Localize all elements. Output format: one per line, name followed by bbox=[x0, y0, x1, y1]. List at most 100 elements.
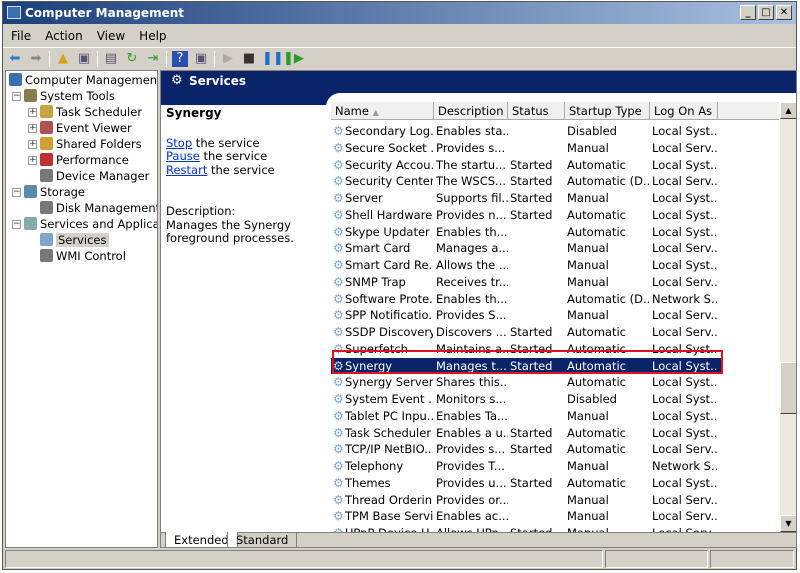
service-row[interactable]: ⚙Thread Orderin...Provides or... Manual Lo… bbox=[331, 492, 721, 509]
tree-item[interactable]: Disk Management bbox=[40, 200, 158, 216]
service-cell: The WSCS... bbox=[436, 174, 507, 189]
tree-item[interactable]: Performance bbox=[40, 152, 129, 168]
service-row[interactable]: ⚙ Security Center The WSCS... Started Automa… bbox=[331, 173, 721, 190]
refresh-icon[interactable]: ↻ bbox=[124, 51, 140, 67]
service-gear-icon: ⚙ bbox=[333, 459, 344, 473]
service-row[interactable]: ⚙ Task Scheduler Enables a u... Started Auto… bbox=[331, 425, 721, 442]
tree-item[interactable]: Services bbox=[40, 232, 109, 248]
column-header-log-on-as[interactable]: Log On As bbox=[650, 102, 718, 120]
service-cell: Allows the ... bbox=[436, 258, 508, 272]
column-header-description[interactable]: Description bbox=[434, 102, 508, 120]
tree-expander[interactable]: − bbox=[12, 188, 21, 197]
pause-service-link[interactable]: Pause bbox=[166, 149, 200, 163]
service-cell: Automatic bbox=[567, 475, 626, 490]
help-icon[interactable]: ? bbox=[172, 50, 188, 67]
service-cell: Started bbox=[510, 207, 553, 222]
scroll-down-button[interactable]: ▼ bbox=[780, 515, 796, 532]
tree-expander[interactable]: + bbox=[28, 140, 37, 149]
tree-item-label: Disk Management bbox=[56, 201, 158, 215]
service-row[interactable]: ⚙ Security Accou... The startu... Started Au… bbox=[331, 157, 721, 174]
service-cell: Monitors s... bbox=[436, 392, 507, 406]
service-row[interactable]: ⚙ SNMP Trap Receives tr... Manual Local Serv… bbox=[331, 274, 721, 291]
forward-icon[interactable]: ➡ bbox=[28, 51, 44, 67]
service-row[interactable]: ⚙ SSDP Discovery Discovers ... Started Autom… bbox=[331, 324, 721, 341]
tree-node-icon bbox=[40, 105, 53, 118]
tree-item[interactable]: Event Viewer bbox=[40, 120, 132, 136]
description-text: Manages the Synergy foreground processes… bbox=[166, 217, 294, 245]
service-row[interactable]: ⚙Shell Hardware ...Provides n...Started A… bbox=[331, 207, 721, 224]
service-cell: Supports fil... bbox=[436, 191, 508, 205]
tree-item-label: Event Viewer bbox=[56, 121, 132, 135]
maximize-button[interactable]: □ bbox=[758, 5, 774, 20]
service-row[interactable]: ⚙TPM Base Servi...Enables ac... Manual Loc… bbox=[331, 508, 721, 525]
status-section bbox=[710, 550, 794, 568]
service-row[interactable]: ⚙ Tablet PC Inpu... Enables Ta... Manual Loc… bbox=[331, 408, 721, 425]
service-cell: Provides T... bbox=[436, 459, 505, 473]
action-pane-icon[interactable]: ▣ bbox=[193, 51, 209, 67]
tree-item[interactable]: WMI Control bbox=[40, 248, 126, 264]
menu-action[interactable]: Action bbox=[45, 26, 83, 46]
tree-expander[interactable]: + bbox=[28, 124, 37, 133]
service-row[interactable]: ⚙ Skype Updater Enables th... Automatic Loca… bbox=[331, 224, 721, 241]
tree-item[interactable]: Device Manager bbox=[40, 168, 149, 184]
service-row[interactable]: ⚙ Themes Provides u... Started Automatic Loca… bbox=[331, 475, 721, 492]
tree-item[interactable]: Storage bbox=[24, 184, 85, 200]
vertical-scrollbar[interactable]: ▲ ▼ bbox=[780, 102, 796, 532]
tree-item-label: Device Manager bbox=[56, 169, 150, 183]
scroll-up-button[interactable]: ▲ bbox=[780, 102, 796, 119]
service-row[interactable]: ⚙ System Event ... Monitors s... Disabled Lo… bbox=[331, 391, 721, 408]
service-row[interactable]: ⚙ TCP/IP NetBIO... Provides s... Started Aut… bbox=[331, 441, 721, 458]
column-header-status[interactable]: Status bbox=[508, 102, 565, 120]
tree-expander[interactable]: − bbox=[12, 220, 21, 229]
pause-service-icon[interactable]: ❚❚ bbox=[262, 51, 284, 67]
start-service-icon[interactable]: ▶ bbox=[220, 51, 236, 67]
service-cell: Task Scheduler bbox=[345, 425, 432, 440]
show-hide-tree-icon[interactable]: ▣ bbox=[76, 51, 92, 67]
service-row[interactable]: ⚙ Secondary Log... Enables sta... Disabled L… bbox=[331, 123, 721, 140]
service-cell: Disabled bbox=[567, 392, 617, 406]
properties-icon[interactable]: ▤ bbox=[103, 51, 119, 67]
stop-service-link[interactable]: Stop bbox=[166, 136, 192, 150]
service-row[interactable]: ⚙ Software Prote... Enables th... Automatic… bbox=[331, 291, 721, 308]
close-button[interactable]: ✕ bbox=[776, 5, 792, 20]
column-header-startup-type[interactable]: Startup Type bbox=[565, 102, 650, 120]
service-row[interactable]: ⚙UPnP Device H...Allows UPn...StartedMan… bbox=[331, 525, 721, 532]
service-row[interactable]: ⚙ Smart Card Re... Allows the ... Manual Loc… bbox=[331, 257, 721, 274]
up-folder-icon[interactable]: ▲ bbox=[55, 51, 71, 67]
column-header-name[interactable]: Name ▲ bbox=[331, 102, 434, 120]
service-row[interactable]: ⚙ Telephony Provides T... Manual Network S..… bbox=[331, 458, 721, 475]
service-row[interactable]: ⚙ SPP Notificatio... Provides S... Manual Lo… bbox=[331, 307, 721, 324]
tree-item[interactable]: Services and Applications bbox=[24, 216, 157, 232]
tree-item[interactable]: Computer Management (L bbox=[9, 72, 157, 88]
export-list-icon[interactable]: ⇥ bbox=[145, 51, 161, 67]
tab-standard[interactable]: Standard bbox=[227, 532, 298, 547]
restart-service-link[interactable]: Restart bbox=[166, 163, 207, 177]
stop-service-icon[interactable]: ■ bbox=[241, 51, 257, 67]
minimize-button[interactable]: _ bbox=[740, 5, 756, 20]
restart-service-icon[interactable]: ❚▶ bbox=[283, 51, 304, 67]
tree-expander[interactable]: + bbox=[28, 156, 37, 165]
service-gear-icon: ⚙ bbox=[333, 442, 344, 457]
service-row[interactable]: ⚙ Smart Card Manages a... Manual Local Serv.… bbox=[331, 240, 721, 257]
tree-item[interactable]: Shared Folders bbox=[40, 136, 142, 152]
tree-expander[interactable]: − bbox=[12, 92, 21, 101]
menu-help[interactable]: Help bbox=[139, 26, 166, 46]
tree-item[interactable]: Task Scheduler bbox=[40, 104, 142, 120]
service-row[interactable]: ⚙ Synergy Server Shares this... Automatic Lo… bbox=[331, 374, 721, 391]
back-icon[interactable]: ⬅ bbox=[7, 51, 23, 67]
tree-expander[interactable]: + bbox=[28, 108, 37, 117]
service-cell: Started bbox=[510, 425, 553, 440]
status-section bbox=[605, 550, 709, 568]
service-row[interactable]: ⚙ Secure Socket ... Provides s... Manual Loc… bbox=[331, 140, 721, 157]
service-cell: Allows UPn... bbox=[436, 525, 508, 532]
scroll-thumb[interactable] bbox=[780, 362, 796, 414]
service-row[interactable]: ⚙ Server Supports fil... Started Manual Local… bbox=[331, 190, 721, 207]
service-cell: Automatic bbox=[567, 207, 626, 222]
service-cell: Automatic (D... bbox=[567, 174, 649, 189]
sort-ascending-icon: ▲ bbox=[372, 108, 379, 117]
menu-file[interactable]: File bbox=[11, 26, 31, 46]
service-cell: Enables ac... bbox=[436, 509, 508, 524]
tree-item[interactable]: System Tools bbox=[24, 88, 115, 104]
service-cell: Manual bbox=[567, 191, 609, 205]
menu-view[interactable]: View bbox=[97, 26, 125, 46]
